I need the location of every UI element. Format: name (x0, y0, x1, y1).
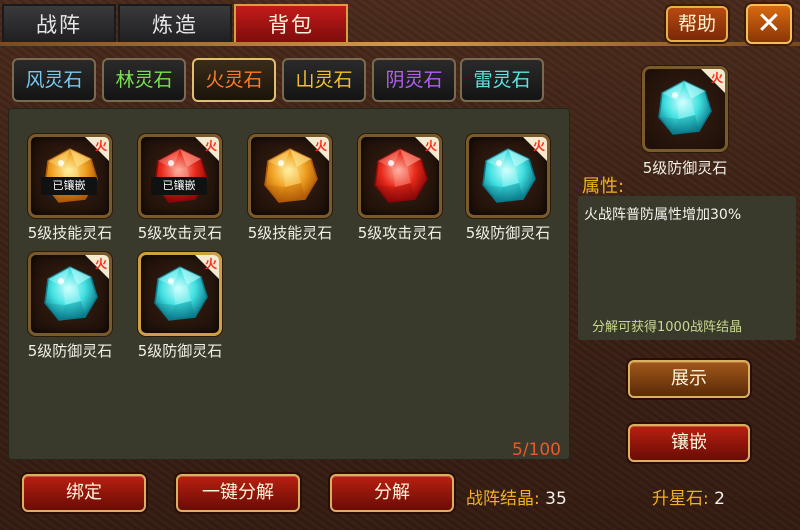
inventory-item-name: 5级技能灵石 (247, 224, 333, 242)
tab-yin-stone[interactable]: 阴灵石 (372, 58, 456, 102)
tab-label: 阴灵石 (385, 69, 443, 91)
tab-label: 林灵石 (115, 69, 173, 91)
help-button[interactable]: 帮助 (666, 6, 728, 42)
inventory-item-name: 5级攻击灵石 (137, 224, 223, 242)
tab-label: 雷灵石 (473, 69, 531, 91)
embedded-badge: 已镶嵌 (151, 177, 207, 195)
show-button[interactable]: 展示 (628, 360, 750, 398)
element-corner-label: 火 (204, 139, 217, 153)
preview-slot: 火 (642, 66, 728, 152)
tab-formation[interactable]: 战阵 (2, 4, 116, 44)
crystal-stat: 战阵结晶: 35 (466, 484, 567, 509)
tab-label: 山灵石 (295, 69, 353, 91)
element-corner-label: 火 (710, 71, 723, 85)
close-button[interactable]: ✕ (746, 4, 792, 44)
inventory-item-name: 5级技能灵石 (27, 224, 113, 242)
embed-button[interactable]: 镶嵌 (628, 424, 750, 462)
attribute-text: 火战阵普防属性增加30% (584, 207, 742, 223)
decompose-button[interactable]: 分解 (330, 474, 454, 512)
embedded-badge: 已镶嵌 (41, 177, 97, 195)
inventory-slot[interactable]: 火 (358, 134, 442, 218)
star-stone-label: 升星石: (652, 489, 709, 509)
decompose-note: 分解可获得1000战阵结晶 (592, 320, 743, 335)
bind-button[interactable]: 绑定 (22, 474, 146, 512)
inventory-slot[interactable]: 火 (28, 252, 112, 336)
tab-label: 火灵石 (205, 69, 263, 91)
inventory-item-name: 5级防御灵石 (465, 224, 551, 242)
crystal-label: 战阵结晶: (466, 489, 540, 509)
inventory-item-name: 5级防御灵石 (27, 342, 113, 360)
tab-backpack[interactable]: 背包 (234, 4, 348, 44)
element-corner-label: 火 (314, 139, 327, 153)
header-divider (0, 42, 800, 46)
star-stone-stat: 升星石: 2 (652, 484, 725, 509)
tab-wind-stone[interactable]: 风灵石 (12, 58, 96, 102)
tab-thunder-stone[interactable]: 雷灵石 (460, 58, 544, 102)
attribute-box: 火战阵普防属性增加30% 分解可获得1000战阵结晶 (578, 196, 796, 340)
tab-label: 风灵石 (25, 69, 83, 91)
inventory-slot[interactable]: 火已镶嵌 (28, 134, 112, 218)
tab-fire-stone[interactable]: 火灵石 (192, 58, 276, 102)
attribute-label: 属性: (582, 176, 625, 197)
element-corner-label: 火 (424, 139, 437, 153)
star-stone-value: 2 (714, 489, 725, 509)
element-corner-label: 火 (204, 257, 217, 271)
crystal-value: 35 (545, 489, 567, 509)
inventory-item-name: 5级防御灵石 (137, 342, 223, 360)
element-corner-label: 火 (94, 257, 107, 271)
element-corner-label: 火 (532, 139, 545, 153)
tab-wood-stone[interactable]: 林灵石 (102, 58, 186, 102)
inventory-slot[interactable]: 火 (466, 134, 550, 218)
tab-forge[interactable]: 炼造 (118, 4, 232, 44)
inventory-slot[interactable]: 火 (138, 252, 222, 336)
quick-decompose-button[interactable]: 一键分解 (176, 474, 300, 512)
item-count: 5/100 (512, 440, 561, 460)
element-corner-label: 火 (94, 139, 107, 153)
inventory-slot[interactable]: 火已镶嵌 (138, 134, 222, 218)
preview-item-name: 5级防御灵石 (642, 159, 728, 177)
close-icon: ✕ (756, 6, 782, 41)
inventory-item-name: 5级攻击灵石 (357, 224, 443, 242)
inventory-slot[interactable]: 火 (248, 134, 332, 218)
tab-mountain-stone[interactable]: 山灵石 (282, 58, 366, 102)
